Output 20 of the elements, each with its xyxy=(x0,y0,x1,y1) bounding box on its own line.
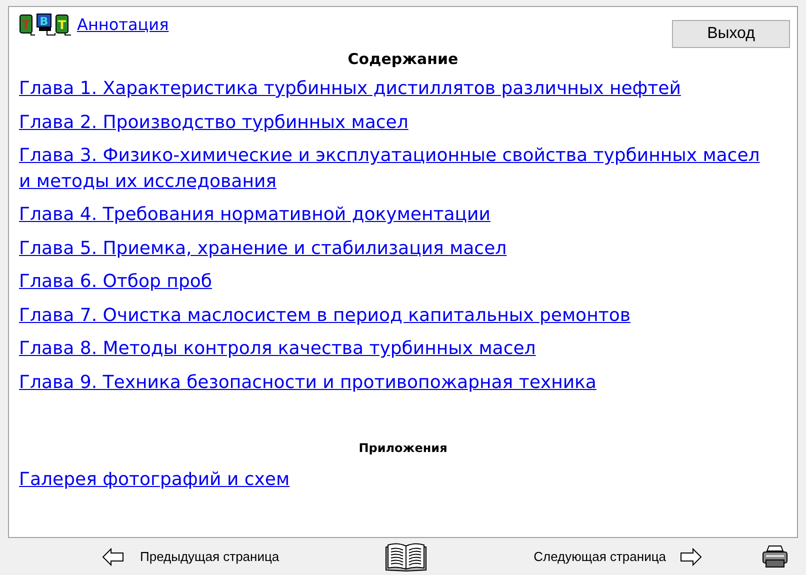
appendices-heading: Приложения xyxy=(358,441,448,456)
chapter-link[interactable]: Глава 4. Требования нормативной документации xyxy=(19,202,490,228)
chapter-link[interactable]: Глава 7. Очистка маслосистем в период капитальных ремонтов xyxy=(19,302,630,328)
chapter-link[interactable]: Глава 1. Характеристика турбинных дистиллятов различных нефтей xyxy=(19,76,681,102)
previous-page-label[interactable]: Предыдущая страница xyxy=(140,549,280,564)
annotation-link[interactable]: Аннотация xyxy=(77,14,169,36)
next-page-label[interactable]: Следующая страница xyxy=(534,549,666,564)
contents-heading: Содержание xyxy=(346,50,460,68)
chapter-link[interactable]: Глава 2. Производство турбинных масел xyxy=(19,110,408,136)
arrow-left-icon[interactable] xyxy=(102,548,124,566)
chapter-link[interactable]: Глава 8. Методы контроля качества турбинных масел xyxy=(19,336,536,362)
book-icon[interactable] xyxy=(385,542,428,572)
gallery-link[interactable]: Галерея фотографий и схем xyxy=(19,467,290,494)
chapter-link[interactable]: Глава 6. Отбор проб xyxy=(19,269,212,295)
chapter-link[interactable]: Глава 5. Приемка, хранение и стабилизация масел xyxy=(19,236,507,262)
exit-button[interactable]: Выход xyxy=(672,20,790,48)
printer-icon[interactable] xyxy=(762,544,788,568)
chapter-link[interactable]: Глава 9. Техника безопасности и противопожарная техника xyxy=(19,370,596,396)
arrow-right-icon[interactable] xyxy=(680,548,702,566)
chapter-link[interactable]: Глава 3. Физико-химические и эксплуатационные свойства турбинных масел и методы их исследования xyxy=(19,143,771,194)
